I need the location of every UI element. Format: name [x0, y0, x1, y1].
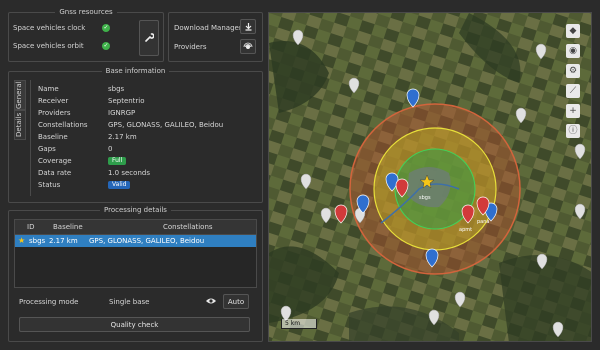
status-key: Status — [38, 181, 61, 189]
tab-details[interactable]: Details — [14, 110, 26, 140]
check-icon: ✓ — [102, 24, 110, 32]
tab-divider — [30, 80, 31, 196]
providers-value: IGNRGP — [108, 109, 136, 117]
column-id[interactable]: ID — [27, 223, 34, 231]
row-constellations: GPS, GLONASS, GALILEO, Beidou — [89, 237, 205, 245]
satellite-icon — [243, 42, 253, 49]
row-baseline: 2.17 km — [49, 237, 78, 245]
name-key: Name — [38, 85, 59, 93]
quality-check-button[interactable]: Quality check — [19, 317, 250, 332]
coverage-key: Coverage — [38, 157, 72, 165]
map-label-pana: pana — [477, 219, 489, 225]
row-id: sbgs — [29, 237, 46, 245]
baseline-value: 2.17 km — [108, 133, 137, 141]
download-icon — [245, 23, 251, 31]
status-badge: Valid — [108, 181, 131, 189]
processing-mode-label: Processing mode — [19, 298, 79, 306]
map-label-apmt: apmt — [459, 227, 472, 233]
map-label-sbgs: sbgs — [419, 195, 431, 201]
settings-icon[interactable]: ⚙ — [566, 64, 580, 78]
wrench-icon — [145, 33, 154, 42]
add-icon[interactable]: + — [566, 104, 580, 118]
auto-button[interactable]: Auto — [223, 294, 249, 309]
eye-map-icon[interactable]: ◉ — [566, 44, 580, 58]
data-rate-value: 1.0 seconds — [108, 169, 150, 177]
processing-mode-value: Single base — [109, 298, 150, 306]
sv-orbit-label: Space vehicles orbit — [13, 42, 84, 50]
tab-general[interactable]: General — [14, 80, 26, 110]
table-header: ID Baseline Constellations — [15, 220, 256, 235]
coverage-badge: Full — [108, 157, 127, 165]
check-icon: ✓ — [102, 42, 110, 50]
layers-icon[interactable]: ◆ — [566, 24, 580, 38]
gnss-resources-title: Gnss resources — [55, 8, 117, 16]
providers-label: Providers — [174, 43, 207, 51]
processing-details-title: Processing details — [100, 206, 171, 214]
download-manager-button[interactable] — [240, 19, 256, 34]
providers-button[interactable] — [240, 39, 256, 54]
gaps-key: Gaps — [38, 145, 56, 153]
table-row[interactable]: ★ sbgs 2.17 km GPS, GLONASS, GALILEO, Be… — [15, 235, 256, 247]
scale-bar: 5 km — [281, 319, 317, 329]
receiver-value: Septentrio — [108, 97, 145, 105]
map-canvas: sbgs pana apmt — [269, 13, 591, 341]
eye-icon[interactable] — [205, 296, 217, 306]
baseline-key: Baseline — [38, 133, 68, 141]
processing-table: ID Baseline Constellations ★ sbgs 2.17 k… — [14, 219, 257, 288]
download-manager-label: Download Manager — [174, 24, 242, 32]
column-baseline[interactable]: Baseline — [53, 223, 83, 231]
scale-label: 5 km — [285, 320, 301, 327]
base-information-title: Base information — [101, 67, 170, 75]
column-constellations[interactable]: Constellations — [163, 223, 213, 231]
map-view[interactable]: sbgs pana apmt 5 km — [268, 12, 592, 342]
name-value: sbgs — [108, 85, 125, 93]
sv-clock-label: Space vehicles clock — [13, 24, 86, 32]
receiver-key: Receiver — [38, 97, 69, 105]
constellations-value: GPS, GLONASS, GALILEO, Beidou — [108, 121, 224, 129]
gaps-value: 0 — [108, 145, 113, 153]
wrench-button[interactable] — [139, 20, 159, 56]
star-icon: ★ — [18, 236, 26, 245]
providers-key: Providers — [38, 109, 71, 117]
info-icon[interactable]: ⓘ — [566, 124, 580, 138]
ruler-icon[interactable]: ⟋ — [566, 84, 580, 98]
data-rate-key: Data rate — [38, 169, 72, 177]
constellations-key: Constellations — [38, 121, 88, 129]
